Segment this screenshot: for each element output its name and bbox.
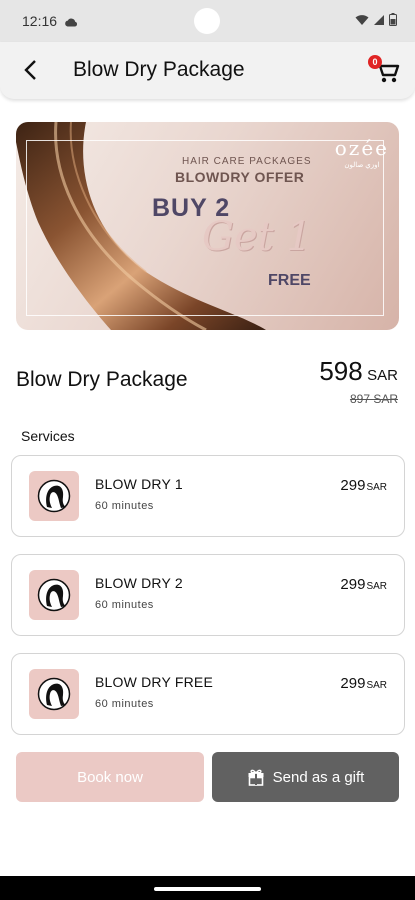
service-price-value: 299 [340,477,366,494]
book-now-button[interactable]: Book now [16,752,204,802]
service-duration: 60 minutes [95,599,154,611]
service-price-currency: SAR [366,482,387,493]
hair-woman-icon [29,669,79,719]
cloud-icon [64,14,78,32]
service-card[interactable]: BLOW DRY 1 60 minutes 299SAR [11,455,405,537]
signal-icon [373,13,385,31]
banner-subtitle: HAIR CARE PACKAGES [182,156,312,167]
cart-badge: 0 [368,55,382,69]
service-card[interactable]: BLOW DRY FREE 60 minutes 299SAR [11,653,405,735]
package-price-currency: SAR [367,367,398,384]
system-nav-bar [0,876,415,900]
hair-woman-icon [29,471,79,521]
status-time: 12:16 [22,13,58,29]
status-bar: 12:16 [0,0,415,42]
service-price-currency: SAR [366,581,387,592]
page-title: Blow Dry Package [73,58,245,81]
wifi-icon [355,13,369,31]
service-name: BLOW DRY 2 [95,575,183,591]
package-price-value: 598 [319,356,363,386]
service-price-currency: SAR [366,680,387,691]
gift-icon [248,769,264,786]
brand-logo-subtext: اوزي صالون [344,162,380,169]
camera-cutout [194,8,220,34]
send-gift-button[interactable]: Send as a gift [212,752,399,802]
banner-free-text: FREE [268,272,311,289]
app-bar: Blow Dry Package 0 [0,42,415,99]
service-price-value: 299 [340,675,366,692]
send-gift-label: Send as a gift [272,768,365,786]
cart-button[interactable]: 0 [368,55,401,84]
brand-logo: ozée اوزي صالون [335,136,389,169]
status-icons [355,13,397,31]
service-price: 299SAR [340,477,387,495]
home-gesture-handle[interactable] [154,887,261,891]
service-price-value: 299 [340,576,366,593]
package-title: Blow Dry Package [16,368,188,391]
book-now-label: Book now [77,768,143,786]
service-price: 299SAR [340,576,387,594]
chevron-left-icon [24,60,36,80]
package-price: 598 SAR [319,356,398,387]
service-name: BLOW DRY FREE [95,674,213,690]
services-heading: Services [21,428,75,444]
banner-offer: BLOWDRY OFFER [175,169,305,185]
banner-get-text: Get 1 [202,214,312,260]
back-button[interactable] [16,56,44,84]
package-old-price: 897 SAR [349,392,398,406]
service-price: 299SAR [340,675,387,693]
hair-woman-icon [29,570,79,620]
service-card[interactable]: BLOW DRY 2 60 minutes 299SAR [11,554,405,636]
brand-logo-text: ozée [334,136,389,160]
service-name: BLOW DRY 1 [95,476,183,492]
service-duration: 60 minutes [95,500,154,512]
service-duration: 60 minutes [95,698,154,710]
battery-icon [389,13,397,31]
promo-banner: HAIR CARE PACKAGES BLOWDRY OFFER BUY 2 G… [16,122,399,330]
